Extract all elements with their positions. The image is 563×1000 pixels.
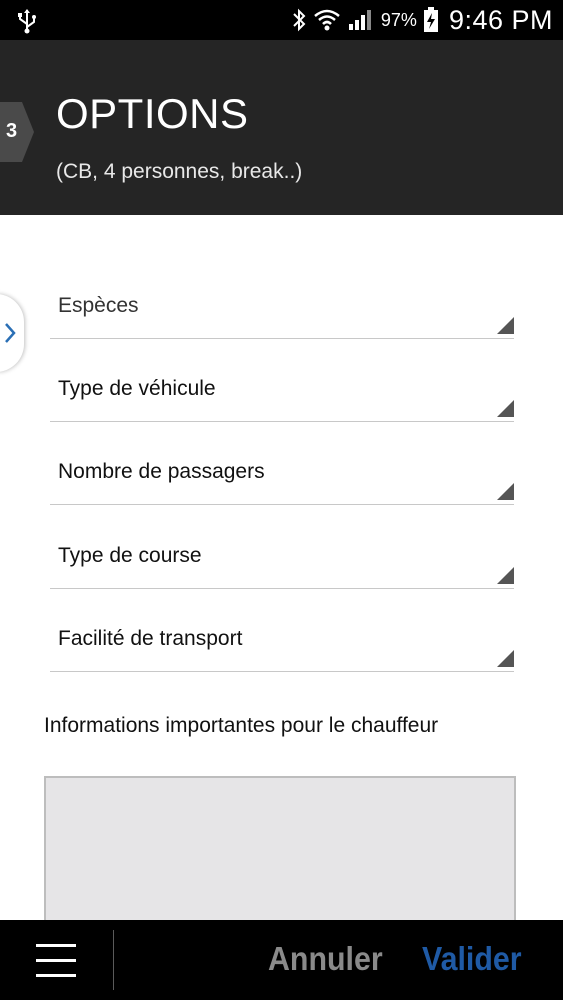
dropdown-corner-icon	[497, 567, 514, 584]
bottom-bar: Annuler Valider	[0, 920, 563, 1000]
payment-method-select[interactable]: Espèces	[50, 268, 514, 339]
dropdown-corner-icon	[497, 483, 514, 500]
battery-percent: 97%	[380, 9, 417, 30]
battery-icon	[423, 7, 438, 32]
page-subtitle: (CB, 4 personnes, break..)	[56, 160, 303, 183]
dropdown-corner-icon	[497, 317, 514, 334]
field-label: Facilité de transport	[58, 627, 243, 650]
page-title: OPTIONS	[56, 90, 249, 137]
divider	[113, 930, 114, 990]
transport-facility-select[interactable]: Facilité de transport	[50, 601, 514, 672]
passenger-count-select[interactable]: Nombre de passagers	[50, 434, 514, 505]
clock: 9:46 PM	[448, 4, 553, 35]
field-label: Type de course	[58, 544, 202, 567]
usb-icon	[18, 9, 36, 34]
dropdown-corner-icon	[497, 650, 514, 667]
validate-button[interactable]: Valider	[422, 940, 522, 978]
menu-icon[interactable]	[30, 940, 80, 980]
dropdown-corner-icon	[497, 400, 514, 417]
header: 3 OPTIONS (CB, 4 personnes, break..)	[0, 40, 563, 215]
bluetooth-icon	[293, 8, 306, 32]
chevron-right-icon	[5, 323, 16, 343]
cancel-button[interactable]: Annuler	[268, 940, 383, 978]
step-badge: 3	[0, 102, 34, 162]
vehicle-type-select[interactable]: Type de véhicule	[50, 351, 514, 422]
signal-icon	[348, 10, 371, 30]
status-bar: 97% 9:46 PM	[0, 0, 563, 40]
wifi-icon	[314, 9, 340, 31]
field-label: Nombre de passagers	[58, 460, 265, 483]
side-drawer-handle[interactable]	[0, 294, 24, 372]
field-label: Espèces	[58, 294, 139, 317]
ride-type-select[interactable]: Type de course	[50, 518, 514, 589]
driver-info-label: Informations importantes pour le chauffe…	[44, 714, 439, 737]
driver-info-textarea[interactable]	[44, 776, 516, 936]
field-label: Type de véhicule	[58, 377, 216, 400]
step-number: 3	[6, 120, 18, 142]
